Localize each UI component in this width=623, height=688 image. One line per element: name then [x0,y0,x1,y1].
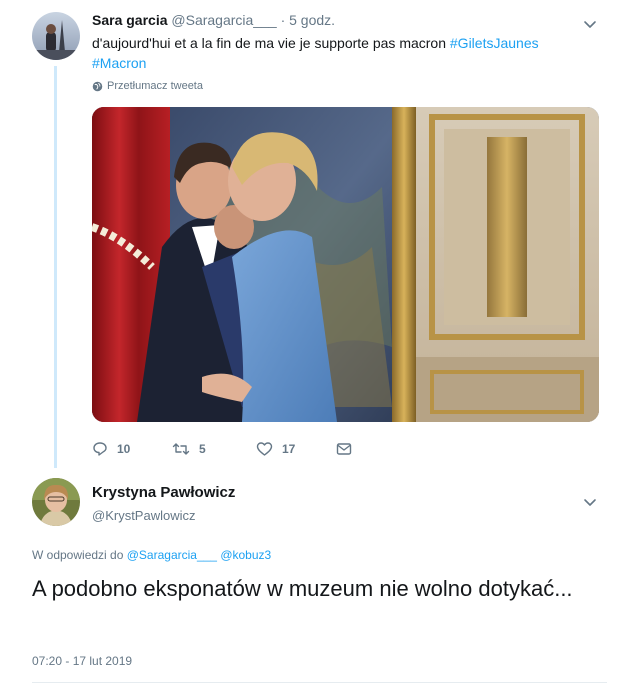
author-handle[interactable]: @Saragarcia___ [171,12,276,28]
avatar-sara-garcia[interactable] [32,12,80,60]
tweet-timestamp[interactable]: 07:20 - 17 lut 2019 [32,654,132,668]
reply-icon [93,442,107,456]
dm-icon [336,443,352,455]
divider [32,682,607,683]
tweet-text: A podobno eksponatów w muzeum nie wolno … [32,576,573,601]
like-count: 17 [282,442,296,456]
avatar-krystyna-pawlowicz[interactable] [32,478,80,526]
translate-tweet[interactable]: Przetłumacz tweeta [92,80,203,92]
hashtag-giletsjaunes[interactable]: #GiletsJaunes [450,35,539,51]
retweet-button[interactable]: 5 [172,441,206,457]
reply-context: W odpowiedzi do @Saragarcia___ @kobuz3 [32,548,271,562]
chevron-down-icon[interactable] [582,494,598,515]
reply-count: 10 [117,442,131,456]
reply-mention-saragarcia[interactable]: @Saragarcia___ [127,548,217,562]
author-name[interactable]: Sara garcia [92,12,168,28]
author-handle[interactable]: @KrystPawlowicz [92,508,196,523]
tweet-photo[interactable] [92,107,599,422]
reply-mention-kobuz3[interactable]: @kobuz3 [220,548,271,562]
retweet-icon [172,443,190,455]
retweet-count: 5 [199,442,206,456]
tweet-time[interactable]: · 5 godz. [281,12,335,28]
dm-button[interactable] [336,441,361,457]
translate-label: Przetłumacz tweeta [107,80,203,92]
reply-button[interactable]: 10 [92,441,130,457]
like-icon [256,442,273,456]
globe-icon [92,81,103,92]
reply-prefix: W odpowiedzi do [32,548,124,562]
like-button[interactable]: 17 [256,441,295,457]
thread-line [54,66,57,468]
author-name[interactable]: Krystyna Pawłowicz [92,484,235,501]
tweet-text-body: d'aujourd'hui et a la fin de ma vie je s… [92,35,446,51]
tweet-text: d'aujourd'hui et a la fin de ma vie je s… [92,33,592,73]
tweet1-header: Sara garcia @Saragarcia___ · 5 godz. [92,12,335,28]
hashtag-macron[interactable]: #Macron [92,55,146,71]
